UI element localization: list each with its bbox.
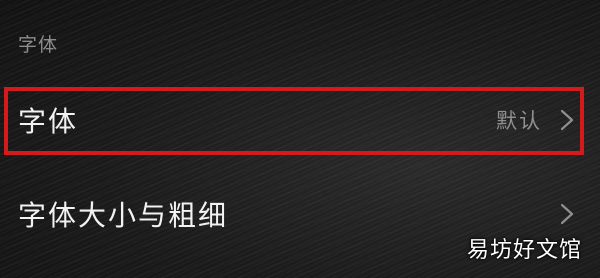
section-header-font: 字体	[18, 34, 59, 56]
watermark-text: 易坊好文馆	[466, 238, 582, 263]
chevron-right-icon	[560, 203, 574, 225]
highlight-box	[4, 87, 584, 155]
row-label: 字体大小与粗细	[18, 199, 229, 232]
